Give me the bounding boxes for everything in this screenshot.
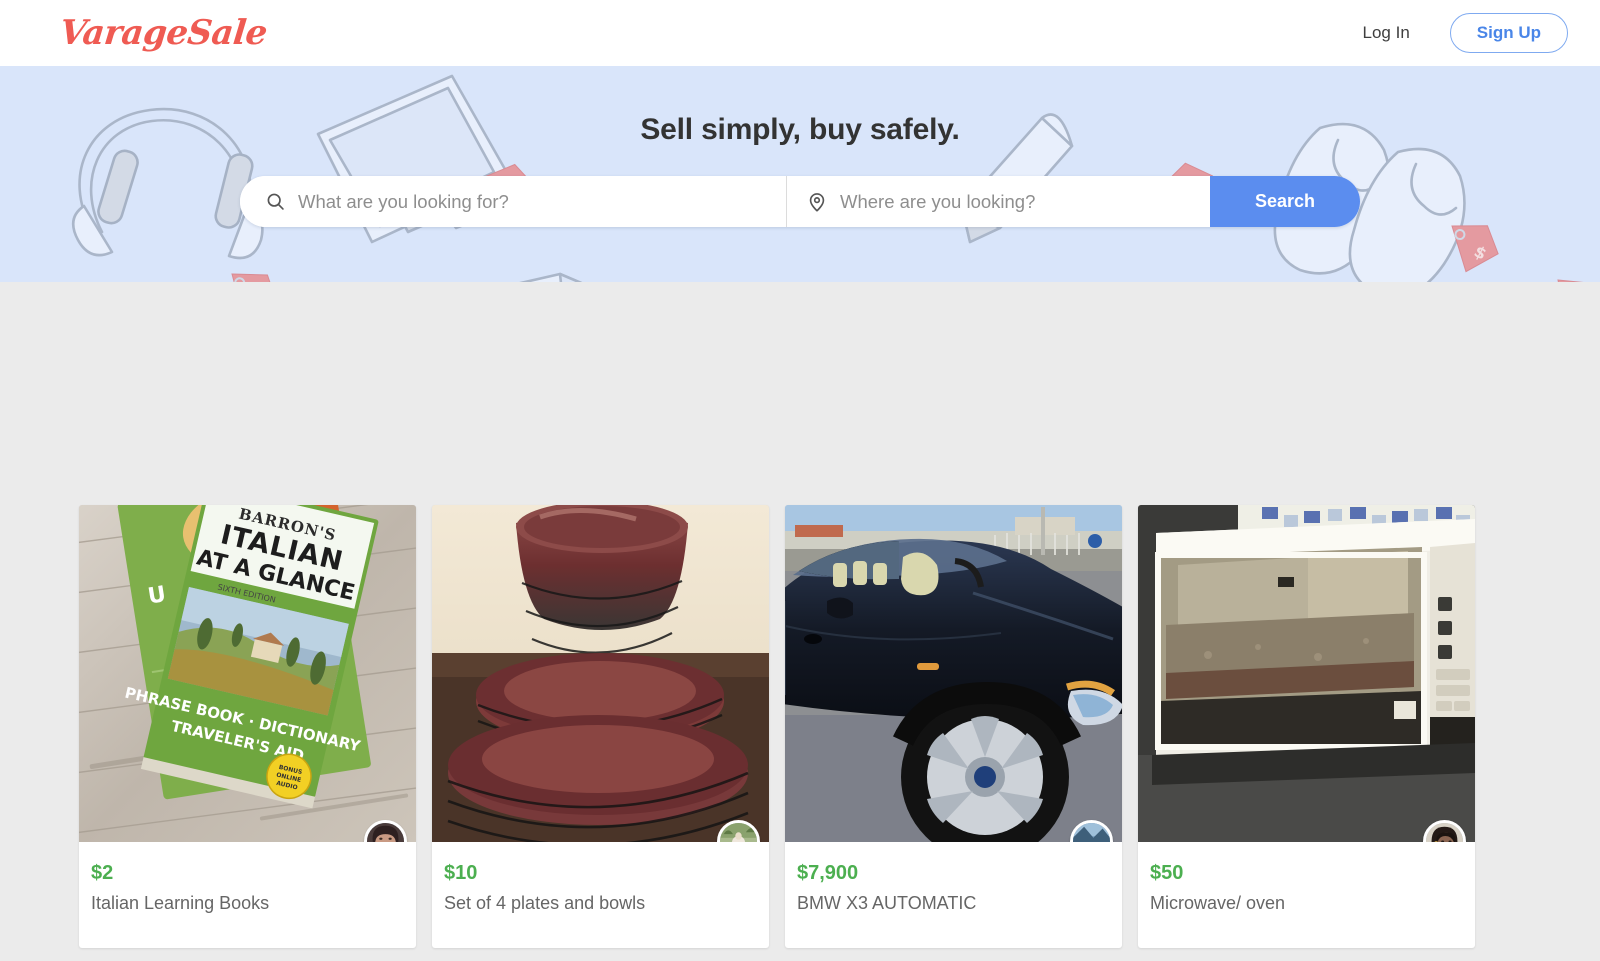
search-icon [262, 189, 288, 215]
search-button[interactable]: Search [1210, 176, 1360, 227]
varagesale-logo[interactable]: VarageSale [58, 13, 269, 53]
listing-card[interactable]: $10 Set of 4 plates and bowls [432, 505, 769, 948]
listing-info: $50 Microwave/ oven [1138, 842, 1475, 948]
header-actions: Log In Sign Up [1353, 13, 1568, 53]
sign-up-button[interactable]: Sign Up [1449, 13, 1568, 53]
log-in-link[interactable]: Log In [1353, 17, 1420, 49]
listing-info: $2 Italian Learning Books [79, 842, 416, 948]
listing-card[interactable]: Guide el U BARRON'S ITALIAN AT A GLANCE … [79, 505, 416, 948]
listing-price: $10 [444, 862, 478, 884]
listing-grid: Guide el U BARRON'S ITALIAN AT A GLANCE … [79, 505, 1475, 948]
location-pin-icon [804, 189, 830, 215]
listing-price: $2 [91, 862, 114, 884]
main-content: Guide el U BARRON'S ITALIAN AT A GLANCE … [0, 282, 1600, 961]
hero-tagline: Sell simply, buy safely. [640, 113, 960, 146]
hero-decorative-pattern: $ [0, 66, 1600, 282]
listing-image[interactable]: Guide el U BARRON'S ITALIAN AT A GLANCE … [79, 505, 416, 842]
listing-image[interactable] [1138, 505, 1475, 842]
listing-info: $10 Set of 4 plates and bowls [432, 842, 769, 948]
listing-price: $7,900 [797, 862, 859, 884]
search-query-field[interactable] [240, 176, 786, 227]
listing-info: $7,900 BMW X3 AUTOMATIC [785, 842, 1122, 948]
listing-title: Set of 4 plates and bowls [444, 893, 646, 913]
listing-image[interactable] [432, 505, 769, 842]
listing-card[interactable]: $7,900 BMW X3 AUTOMATIC [785, 505, 1122, 948]
site-header: VarageSale Log In Sign Up [0, 0, 1600, 66]
hero-search-bar: Search [240, 176, 1360, 227]
listing-price: $50 [1150, 862, 1184, 884]
search-input[interactable] [298, 176, 786, 227]
listing-title: Italian Learning Books [91, 893, 270, 913]
search-location-field[interactable] [786, 176, 1210, 227]
listing-image[interactable] [785, 505, 1122, 842]
hero-section: $ [0, 66, 1600, 282]
listing-title: Microwave/ oven [1150, 893, 1286, 913]
listing-title: BMW X3 AUTOMATIC [797, 893, 977, 913]
location-input[interactable] [840, 176, 1210, 227]
listing-card[interactable]: $50 Microwave/ oven [1138, 505, 1475, 948]
